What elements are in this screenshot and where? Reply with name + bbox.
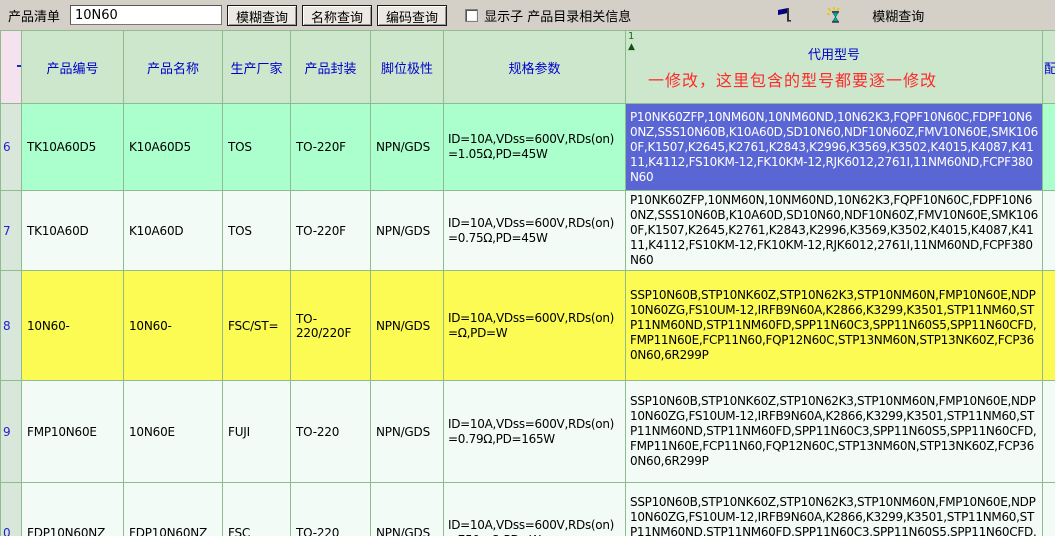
- polarity-cell[interactable]: NPN/GDS: [371, 104, 444, 191]
- row-number[interactable]: 9: [1, 381, 22, 483]
- product-code-cell[interactable]: 10N60-: [22, 271, 124, 381]
- table-row: 0 FDP10N60NZ FDP10N60NZ FSC TO-220 NPN/G…: [1, 483, 1055, 536]
- col-header-specs[interactable]: 规格参数: [444, 31, 626, 104]
- table-row: 9 FMP10N60E 10N60E FUJI TO-220 NPN/GDS I…: [1, 381, 1055, 483]
- polarity-cell[interactable]: NPN/GDS: [371, 381, 444, 483]
- row-number[interactable]: 0: [1, 483, 22, 536]
- substitutes-cell[interactable]: SSP10N60B,STP10NK60Z,STP10N62K3,STP10NM6…: [626, 271, 1043, 381]
- row-number[interactable]: 7: [1, 191, 22, 271]
- product-grid: 产品编号 产品名称 生产厂家 产品封装 脚位极性 规格参数 1▲ 代用型号 一修…: [0, 30, 1055, 536]
- product-name-cell[interactable]: K10A60D5: [124, 104, 223, 191]
- specs-cell[interactable]: ID=10A,VDss=600V,RDs(on)=Ω,PD=W: [444, 271, 626, 381]
- row-number[interactable]: 8: [1, 271, 22, 381]
- polarity-cell[interactable]: NPN/GDS: [371, 271, 444, 381]
- package-cell[interactable]: TO-220: [291, 483, 371, 536]
- product-name-cell[interactable]: FDP10N60NZ: [124, 483, 223, 536]
- product-code-cell[interactable]: FDP10N60NZ: [22, 483, 124, 536]
- substitutes-warning-note: 一修改，这里包含的型号都要逐一修改: [626, 67, 1042, 91]
- query-toolbar: 产品清单 模糊查询 名称查询 编码查询 显示子 产品目录相关信息 模糊查询: [0, 0, 1055, 30]
- product-code-cell[interactable]: FMP10N60E: [22, 381, 124, 483]
- product-name-cell[interactable]: 10N60E: [124, 381, 223, 483]
- specs-cell[interactable]: ID=10A,VDss=600V,RDs(on)=750mΩ,PD=W: [444, 483, 626, 536]
- clipped-header-fragment: [17, 65, 21, 67]
- show-sub-catalog-checkbox[interactable]: [465, 9, 478, 22]
- product-code-cell[interactable]: TK10A60D: [22, 191, 124, 271]
- col-header-name[interactable]: 产品名称: [124, 31, 223, 104]
- substitutes-cell[interactable]: SSP10N60B,STP10NK60Z,STP10N62K3,STP10NM6…: [626, 381, 1043, 483]
- table-row: 8 10N60- 10N60- FSC/ST= TO-220/220F NPN/…: [1, 271, 1055, 381]
- maker-cell[interactable]: TOS: [223, 104, 291, 191]
- query-mode-label: 模糊查询: [872, 6, 924, 25]
- extra-cell[interactable]: [1043, 271, 1055, 381]
- search-input[interactable]: [70, 5, 222, 25]
- maker-cell[interactable]: FUJI: [223, 381, 291, 483]
- fuzzy-query-button[interactable]: 模糊查询: [227, 5, 297, 26]
- name-query-button[interactable]: 名称查询: [302, 5, 372, 26]
- col-header-code[interactable]: 产品编号: [22, 31, 124, 104]
- col-header-extra[interactable]: 配: [1043, 31, 1055, 104]
- substitutes-cell-selected[interactable]: P10NK60ZFP,10NM60N,10NM60ND,10N62K3,FQPF…: [626, 104, 1043, 191]
- specs-cell[interactable]: ID=10A,VDss=600V,RDs(on)=0.79Ω,PD=165W: [444, 381, 626, 483]
- table-row: 7 TK10A60D K10A60D TOS TO-220F NPN/GDS I…: [1, 191, 1055, 271]
- substitutes-cell[interactable]: SSP10N60B,STP10NK60Z,STP10N62K3,STP10NM6…: [626, 483, 1043, 536]
- col-header-package[interactable]: 产品封装: [291, 31, 371, 104]
- substitutes-title: 代用型号: [808, 48, 860, 63]
- row-selector-header[interactable]: [1, 31, 22, 104]
- col-header-polarity[interactable]: 脚位极性: [371, 31, 444, 104]
- extra-cell[interactable]: [1043, 381, 1055, 483]
- col-header-substitutes[interactable]: 1▲ 代用型号 一修改，这里包含的型号都要逐一修改: [626, 31, 1043, 104]
- specs-cell[interactable]: ID=10A,VDss=600V,RDs(on)=0.75Ω,PD=45W: [444, 191, 626, 271]
- product-list-label: 产品清单: [8, 6, 60, 25]
- row-number[interactable]: 6: [1, 104, 22, 191]
- code-query-button[interactable]: 编码查询: [377, 5, 447, 26]
- col-header-maker[interactable]: 生产厂家: [223, 31, 291, 104]
- specs-cell[interactable]: ID=10A,VDss=600V,RDs(on)=1.05Ω,PD=45W: [444, 104, 626, 191]
- package-cell[interactable]: TO-220F: [291, 104, 371, 191]
- product-table: 产品编号 产品名称 生产厂家 产品封装 脚位极性 规格参数 1▲ 代用型号 一修…: [0, 30, 1055, 536]
- maker-cell[interactable]: FSC/ST=: [223, 271, 291, 381]
- show-sub-catalog-label: 显示子 产品目录相关信息: [484, 6, 631, 25]
- sort-indicator: 1▲: [628, 32, 635, 52]
- extra-cell[interactable]: [1043, 104, 1055, 191]
- extra-cell[interactable]: [1043, 483, 1055, 536]
- maker-cell[interactable]: FSC: [223, 483, 291, 536]
- package-cell[interactable]: TO-220/220F: [291, 271, 371, 381]
- package-cell[interactable]: TO-220F: [291, 191, 371, 271]
- polarity-cell[interactable]: NPN/GDS: [371, 483, 444, 536]
- maker-cell[interactable]: TOS: [223, 191, 291, 271]
- hourglass-sparkle-icon[interactable]: [826, 6, 844, 24]
- header-row: 产品编号 产品名称 生产厂家 产品封装 脚位极性 规格参数 1▲ 代用型号 一修…: [1, 31, 1055, 104]
- table-row: 6 TK10A60D5 K10A60D5 TOS TO-220F NPN/GDS…: [1, 104, 1055, 191]
- flag-icon[interactable]: [776, 6, 794, 24]
- package-cell[interactable]: TO-220: [291, 381, 371, 483]
- polarity-cell[interactable]: NPN/GDS: [371, 191, 444, 271]
- product-name-cell[interactable]: 10N60-: [124, 271, 223, 381]
- product-code-cell[interactable]: TK10A60D5: [22, 104, 124, 191]
- substitutes-cell[interactable]: P10NK60ZFP,10NM60N,10NM60ND,10N62K3,FQPF…: [626, 191, 1043, 271]
- extra-cell[interactable]: [1043, 191, 1055, 271]
- product-name-cell[interactable]: K10A60D: [124, 191, 223, 271]
